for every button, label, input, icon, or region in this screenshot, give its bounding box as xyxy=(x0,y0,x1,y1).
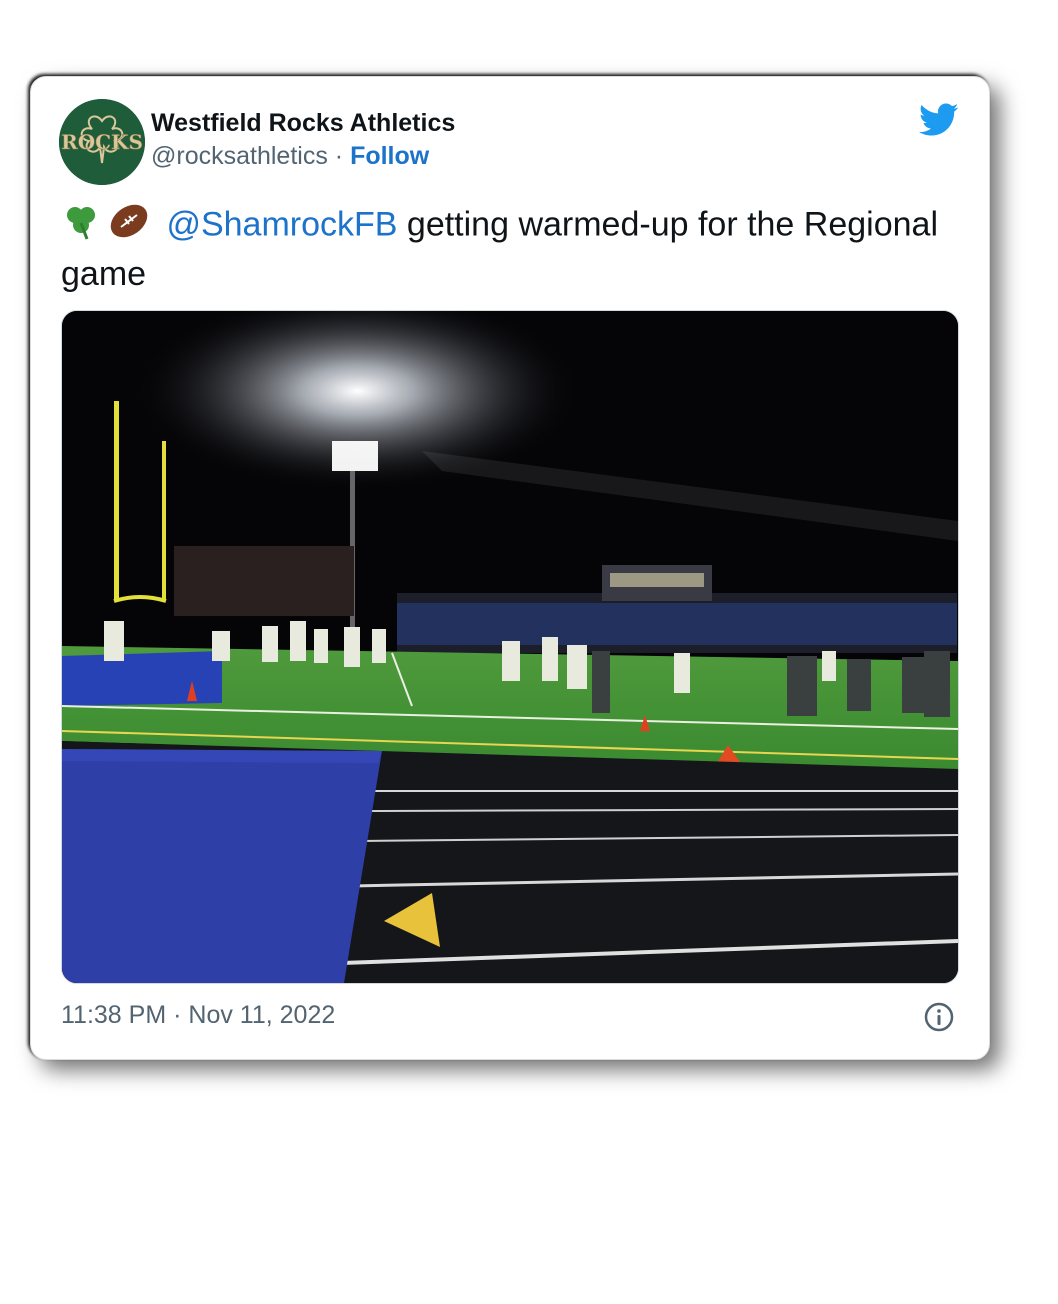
shamrock-icon xyxy=(61,201,101,252)
tweet-card[interactable]: ROCKS Westfield Rocks Athletics @rocksat… xyxy=(30,76,990,1060)
timestamp-separator: · xyxy=(173,1001,182,1029)
handle-line: @rocksathletics · Follow xyxy=(151,139,455,173)
football-icon xyxy=(107,201,151,252)
handle-separator: · xyxy=(334,142,344,170)
avatar[interactable]: ROCKS xyxy=(59,99,145,185)
mention-link[interactable]: @ShamrockFB xyxy=(166,205,397,243)
tweet-date: Nov 11, 2022 xyxy=(188,1001,336,1029)
avatar-text: ROCKS xyxy=(61,130,143,154)
football-field-photo xyxy=(62,311,958,983)
handle[interactable]: @rocksathletics xyxy=(151,142,328,170)
tweet-photo[interactable] xyxy=(61,310,959,984)
avatar-shamrock-logo: ROCKS xyxy=(59,99,145,185)
display-name[interactable]: Westfield Rocks Athletics xyxy=(151,107,455,139)
twitter-bird-icon[interactable] xyxy=(919,103,959,137)
author-block: Westfield Rocks Athletics @rocksathletic… xyxy=(151,107,455,173)
follow-button[interactable]: Follow xyxy=(350,142,429,170)
tweet-text: @ShamrockFB getting warmed-up for the Re… xyxy=(61,201,961,296)
tweet-time: 11:38 PM xyxy=(61,1001,167,1029)
info-icon[interactable] xyxy=(923,1001,955,1033)
tweet-timestamp[interactable]: 11:38 PM · Nov 11, 2022 xyxy=(61,999,335,1031)
